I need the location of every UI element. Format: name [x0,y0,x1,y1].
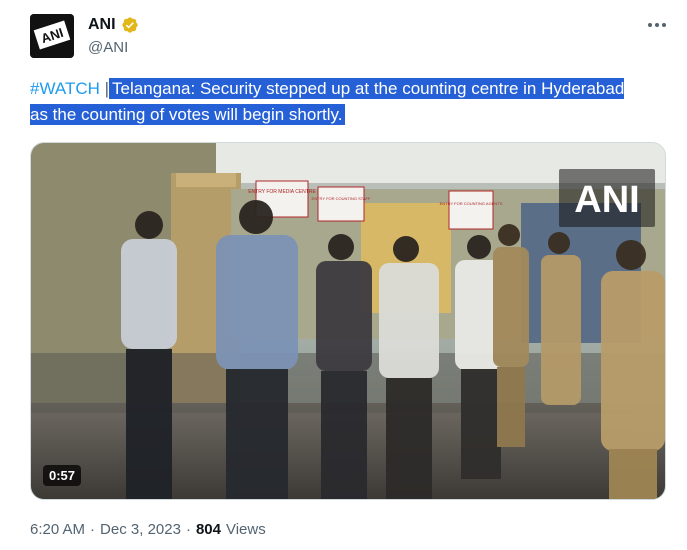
tweet-meta: 6:20 AM · Dec 3, 2023 · 804 Views [30,521,266,538]
tweet-text: #WATCH | Telangana: Security stepped up a… [30,76,640,128]
tweet-date[interactable]: Dec 3, 2023 [100,521,181,538]
author-display-name[interactable]: ANI [88,16,116,34]
author-handle[interactable]: @ANI [88,39,128,56]
video-duration-badge: 0:57 [43,465,82,486]
video-player[interactable]: ENTRY FOR MEDIA CENTRE ENTRY FOR COUNTIN… [30,142,666,500]
ani-logo-icon: ANI [30,14,74,58]
sign-counting-staff: ENTRY FOR COUNTING STAFF [312,196,371,201]
watermark-logo: ANI [559,169,655,227]
tweet-body-text: Telangana: Security stepped up at the co… [30,78,625,125]
avatar[interactable]: ANI [30,14,74,58]
views-label: Views [225,521,266,538]
verified-badge-icon [121,16,139,34]
watermark-text: ANI [574,179,639,221]
views-count: 804 [195,521,221,538]
tweet: ANI ANI @ANI #WATCH | Telangana: Security… [0,0,687,550]
tweet-time[interactable]: 6:20 AM [30,521,85,538]
meta-dot-2: · [185,521,191,538]
sign-counting-agents: ENTRY FOR COUNTING AGENTS [440,201,503,206]
more-options-icon[interactable] [645,14,669,36]
meta-dot: · [90,521,96,538]
sign-media-centre: ENTRY FOR MEDIA CENTRE [248,189,316,195]
author-name-row: ANI [88,16,139,34]
hashtag-link[interactable]: #WATCH [30,79,100,98]
